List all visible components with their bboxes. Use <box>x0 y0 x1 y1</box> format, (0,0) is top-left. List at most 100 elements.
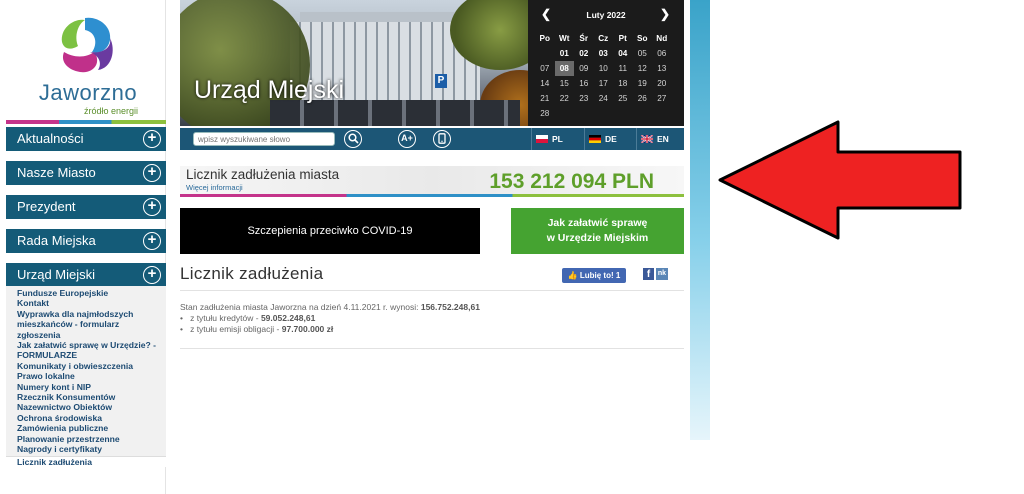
nk-icon[interactable]: nk <box>656 268 668 280</box>
submenu-item[interactable]: Nagrody i certyfikaty <box>6 444 166 454</box>
submenu-item[interactable]: Zamówienia publiczne <box>6 423 166 433</box>
calendar-day[interactable]: 03 <box>594 46 614 61</box>
debt-label: Licznik zadłużenia miasta <box>186 167 340 182</box>
calendar-day[interactable]: 18 <box>613 76 633 91</box>
article-body: Stan zadłużenia miasta Jaworzna na dzień… <box>180 302 684 335</box>
calendar-dow: Śr <box>579 34 589 43</box>
calendar-day[interactable]: 01 <box>555 46 575 61</box>
calendar-day[interactable]: 17 <box>594 76 614 91</box>
debt-total: 156.752.248,61 <box>420 302 480 312</box>
calendar-dow: Cz <box>598 34 609 43</box>
flag-en-icon <box>641 135 653 143</box>
thumbs-up-icon: 👍 <box>567 271 578 280</box>
calendar-day[interactable]: 14 <box>535 76 555 91</box>
calendar-empty <box>555 106 575 121</box>
logo-tagline: źródło energii <box>84 106 139 116</box>
plus-icon[interactable]: + <box>143 164 161 182</box>
calendar-day[interactable]: 24 <box>594 91 614 106</box>
facebook-icon[interactable]: f <box>643 268 654 280</box>
submenu-item[interactable]: Prawo lokalne <box>6 371 166 381</box>
more-info-link[interactable]: Więcej informacji <box>186 183 243 192</box>
nav-label: Urząd Miejski <box>17 267 96 282</box>
calendar-empty <box>633 106 653 121</box>
flag-pl-icon <box>536 135 548 143</box>
submenu: Fundusze Europejskie Kontakt Wyprawka dl… <box>6 286 166 467</box>
how-to-line1: Jak załatwić sprawę <box>547 217 648 229</box>
calendar-week-row: 28 <box>535 106 679 121</box>
lang-pl[interactable]: PL <box>531 128 583 150</box>
calendar-day[interactable]: 12 <box>633 61 653 76</box>
plus-icon[interactable]: + <box>143 232 161 250</box>
calendar-day[interactable]: 27 <box>652 91 672 106</box>
submenu-item[interactable]: Kontakt <box>6 298 166 308</box>
submenu-item[interactable]: Nazewnictwo Obiektów <box>6 402 166 412</box>
submenu-item-active[interactable]: Licznik zadłużenia <box>6 455 166 467</box>
calendar-dow: Nd <box>656 34 668 43</box>
calendar-day[interactable]: 09 <box>574 61 594 76</box>
mobile-icon[interactable] <box>433 130 451 148</box>
calendar-week-row: 01 02 03 04 05 06 <box>535 46 679 61</box>
submenu-item[interactable]: Numery kont i NIP <box>6 382 166 392</box>
debt-amount: 153 212 094 PLN <box>489 170 654 193</box>
calendar-day-today[interactable]: 08 <box>554 61 574 76</box>
facebook-like-button[interactable]: 👍 Lubię to! 1 <box>562 268 626 283</box>
search-icon[interactable] <box>344 130 362 148</box>
logo-icon <box>61 17 113 73</box>
calendar-day[interactable]: 28 <box>535 106 555 121</box>
calendar-day[interactable]: 23 <box>574 91 594 106</box>
submenu-item[interactable]: Jak załatwić sprawę w Urzędzie? - FORMUL… <box>6 340 166 361</box>
chevron-right-icon[interactable]: ❯ <box>660 7 670 21</box>
submenu-item[interactable]: Fundusze Europejskie <box>6 288 166 298</box>
debt-intro: Stan zadłużenia miasta Jaworzna na dzień… <box>180 302 480 312</box>
calendar-week-row: 07 08 09 10 11 12 13 <box>535 61 679 76</box>
side-decoration <box>690 0 710 440</box>
plus-icon[interactable]: + <box>143 130 161 148</box>
covid-vaccination-button[interactable]: Szczepienia przeciwko COVID-19 <box>180 208 480 254</box>
toolbar: A+ PL DE EN <box>180 128 684 150</box>
hero-image: P Urząd Miejski <box>180 0 528 126</box>
calendar-day[interactable]: 26 <box>633 91 653 106</box>
plus-icon[interactable]: + <box>143 266 161 284</box>
calendar-day[interactable]: 19 <box>633 76 653 91</box>
submenu-item[interactable]: Wyprawka dla najmłodszych mieszkańców - … <box>6 309 166 340</box>
calendar-empty <box>652 106 672 121</box>
submenu-item[interactable]: Rzecznik Konsumentów <box>6 392 166 402</box>
submenu-item[interactable]: Planowanie przestrzenne <box>6 434 166 444</box>
calendar-day[interactable]: 25 <box>613 91 633 106</box>
lang-de[interactable]: DE <box>584 128 635 150</box>
calendar-day[interactable]: 21 <box>535 91 555 106</box>
calendar-day[interactable]: 04 <box>613 46 633 61</box>
how-to-button[interactable]: Jak załatwić sprawę w Urzędzie Miejskim <box>511 208 684 254</box>
submenu-item[interactable]: Ochrona środowiska <box>6 413 166 423</box>
calendar-dow: Po <box>539 34 550 43</box>
calendar-day[interactable]: 20 <box>652 76 672 91</box>
calendar-day[interactable]: 22 <box>555 91 575 106</box>
nav-aktualnosci[interactable]: Aktualności + <box>6 127 166 151</box>
nav-label: Rada Miejska <box>17 233 96 248</box>
logo[interactable]: Jaworzno źródło energii <box>26 14 150 116</box>
divider <box>180 348 684 349</box>
calendar-day[interactable]: 05 <box>633 46 653 61</box>
nav-prezydent[interactable]: Prezydent + <box>6 195 166 219</box>
nav-nasze-miasto[interactable]: Nasze Miasto + <box>6 161 166 185</box>
calendar-day[interactable]: 07 <box>535 61 555 76</box>
nav-urzad-miejski[interactable]: Urząd Miejski + <box>6 263 166 287</box>
calendar-day[interactable]: 16 <box>574 76 594 91</box>
lang-en[interactable]: EN <box>636 128 684 150</box>
calendar-day[interactable]: 13 <box>652 61 672 76</box>
calendar-day[interactable]: 10 <box>594 61 614 76</box>
debt-counter-banner[interactable]: Licznik zadłużenia miasta Więcej informa… <box>180 166 684 197</box>
debt-bonds-value: 97.700.000 zł <box>281 324 334 334</box>
font-size-button[interactable]: A+ <box>398 130 416 148</box>
calendar-day[interactable]: 02 <box>574 46 594 61</box>
plus-icon[interactable]: + <box>143 198 161 216</box>
calendar-day[interactable]: 11 <box>613 61 633 76</box>
page-title: Licznik zadłużenia <box>180 264 324 283</box>
nav-rada-miejska[interactable]: Rada Miejska + <box>6 229 166 253</box>
logo-name: Jaworzno <box>38 80 138 105</box>
calendar-header: ❮ Luty 2022 ❯ <box>528 0 684 30</box>
calendar-day[interactable]: 06 <box>652 46 672 61</box>
submenu-item[interactable]: Komunikaty i obwieszczenia <box>6 361 166 371</box>
search-input[interactable] <box>193 132 335 146</box>
calendar-day[interactable]: 15 <box>555 76 575 91</box>
